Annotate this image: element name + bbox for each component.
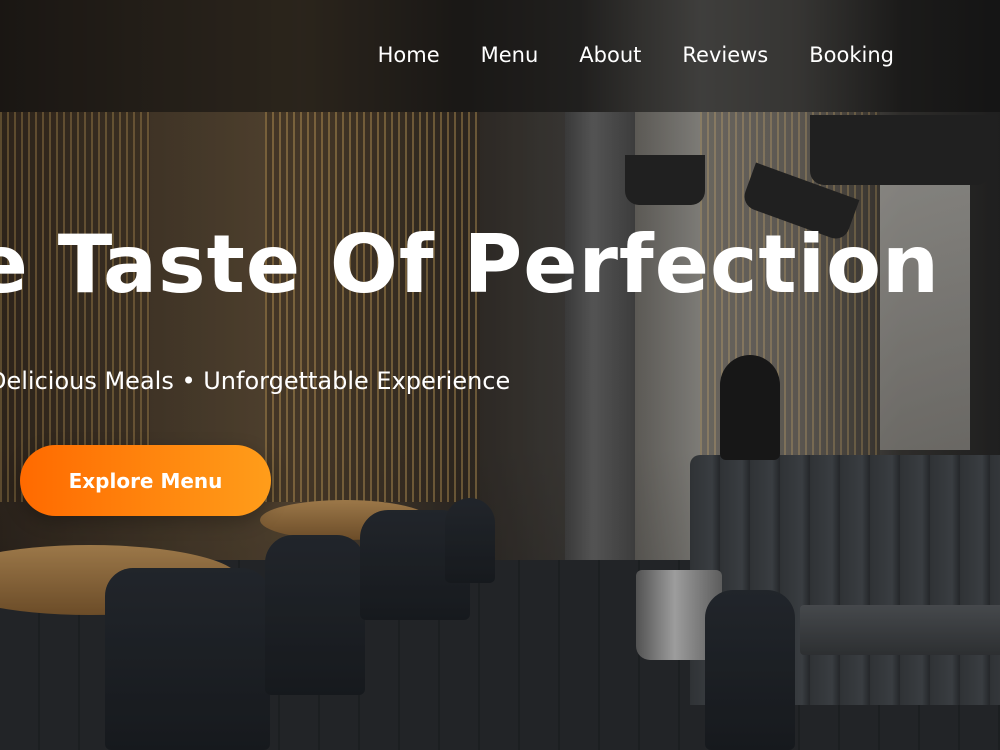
nav-link-menu[interactable]: Menu bbox=[481, 37, 539, 73]
page: The Taste Of Perfection Delicious Meals … bbox=[0, 0, 1000, 750]
nav-link-about[interactable]: About bbox=[579, 37, 641, 73]
nav-link-reviews[interactable]: Reviews bbox=[682, 37, 768, 73]
hero-subtitle: Delicious Meals • Unforgettable Experien… bbox=[0, 367, 511, 395]
navbar: Home Menu About Reviews Booking bbox=[0, 0, 1000, 112]
nav-link-booking[interactable]: Booking bbox=[809, 37, 894, 73]
explore-menu-button[interactable]: Explore Menu bbox=[20, 445, 271, 516]
hero-title: The Taste Of Perfection bbox=[0, 218, 940, 311]
nav-links: Home Menu About Reviews Booking bbox=[378, 37, 894, 73]
nav-link-home[interactable]: Home bbox=[378, 37, 440, 73]
